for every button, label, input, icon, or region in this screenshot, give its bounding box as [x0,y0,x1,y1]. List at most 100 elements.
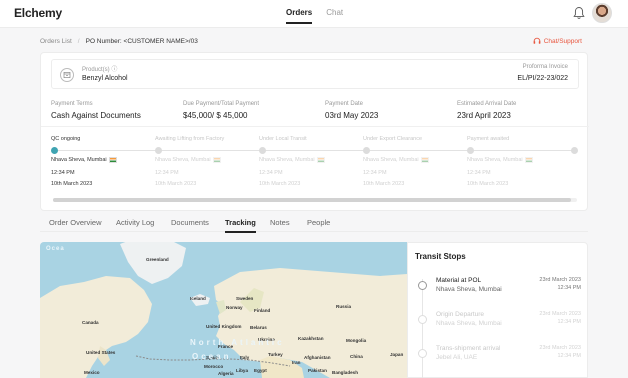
product-value: Benzyl Alcohol [82,75,128,82]
stage-date-4: 10th March 2023 [467,181,509,187]
map-label-finland: Finland [254,308,271,313]
stage-name-0: QC ongoing [51,136,81,142]
stage-dot-0 [51,147,58,154]
stop-time-1: 12:34 PM [557,319,581,325]
map-label-japan: Japan [390,352,404,357]
map-label-afghanistan: Afghanistan [304,355,331,360]
estimated-arrival-value: 23rd April 2023 [457,111,511,120]
info-icon[interactable]: ⓘ [111,67,117,73]
india-flag-icon [212,157,221,163]
india-flag-icon [524,157,533,163]
stop-date-0: 23rd March 2023 [539,277,581,283]
stage-time-4: 12:34 PM [467,170,491,176]
stop-date-1: 23rd March 2023 [539,311,581,317]
map-label-algeria: Algeria [218,371,234,376]
map-label-turkey: Turkey [268,352,283,357]
stage-date-3: 10th March 2023 [363,181,405,187]
map-label-ocean: Ocean [192,352,232,361]
stage-dot-2 [259,147,266,154]
transit-timeline [422,279,423,378]
stage-name-2: Under Local Transit [259,136,307,142]
india-flag-icon [316,157,325,163]
map-label-north-atlantic: North Atlantic [190,338,285,347]
map-label-canada: Canada [82,320,99,325]
india-flag-icon [420,157,429,163]
stop-dot-1 [418,315,427,324]
stage-name-4: Payment awaited [467,136,510,142]
stop-time-2: 12:34 PM [557,353,581,359]
stage-time-3: 12:34 PM [363,170,387,176]
tab-notes[interactable]: Notes [270,218,290,231]
stage-dot-4 [467,147,474,154]
india-flag-icon [108,157,117,163]
map-label-belarus: Belarus [250,325,267,330]
payment-terms-value: Cash Against Documents [51,111,141,120]
map-label-egypt: Egypt [254,368,267,373]
map-label-morocco: Morocco [204,364,224,369]
payment-date: Payment Date 03rd May 2023 [325,101,378,120]
map-label-china: China [350,354,363,359]
stop-date-2: 23rd March 2023 [539,345,581,351]
tracking-map[interactable]: Greenland Iceland Sweden Norway Finland … [40,242,407,378]
map-label-italy: Italy [240,355,250,360]
tab-people[interactable]: People [307,218,330,231]
tab-order-overview[interactable]: Order Overview [49,218,102,231]
tab-documents[interactable]: Documents [171,218,209,231]
bell-icon[interactable] [573,6,585,20]
payment-date-value: 03rd May 2023 [325,111,379,120]
map-label-norway: Norway [226,305,243,310]
stage-dot-end [571,147,578,154]
stop-place-0: Nhava Sheva, Mumbai [436,286,502,293]
stage-name-3: Under Export Clearance [363,136,423,142]
top-nav: Orders Chat [286,8,343,24]
stage-location-4: Nhava Sheva, Mumbai [467,157,533,163]
map-label-mongolia: Mongolia [346,338,367,343]
breadcrumb-current: PO Number: <CUSTOMER NAME>/03 [85,38,198,45]
stop-name-2: Trans-shipment arrival [436,345,501,352]
map-label-iran: Iran [292,360,301,365]
breadcrumb-separator: / [77,38,80,45]
stage-location-3: Nhava Sheva, Mumbai [363,157,429,163]
order-summary-card: Product(s) ⓘ Benzyl Alcohol Proforma Inv… [40,52,589,211]
stage-date-0: 10th March 2023 [51,181,93,187]
stop-place-2: Jebel Ali, UAE [436,354,478,361]
chat-support-label: Chat/Support [543,37,582,45]
payment-date-label: Payment Date [325,101,364,107]
stop-time-0: 12:34 PM [557,285,581,291]
stage-time-2: 12:34 PM [259,170,283,176]
map-label-greenland: Greenland [146,257,169,262]
due-payment: Due Payment/Total Payment $45,000/ $ 45,… [183,101,259,120]
payment-terms-label: Payment Terms [51,101,93,107]
stop-place-1: Nhava Sheva, Mumbai [436,320,502,327]
scrollbar-thumb[interactable] [53,198,571,202]
horizontal-scrollbar[interactable] [53,198,577,202]
map-label-sweden: Sweden [236,296,254,301]
map-label-bangladesh: Bangladesh [332,370,359,375]
due-payment-value: $45,000/ $ 45,000 [183,111,248,120]
order-tabs: Order Overview Activity Log Documents Tr… [40,218,588,233]
tab-activity-log[interactable]: Activity Log [116,218,154,231]
avatar[interactable] [592,3,612,23]
tab-tracking[interactable]: Tracking [225,218,256,233]
tab-orders[interactable]: Orders [286,8,313,24]
proforma-invoice-value[interactable]: EL/PI/22-23/022 [517,75,568,82]
proforma-invoice-label: Proforma Invoice [522,64,568,70]
product-icon [60,68,74,82]
app-logo[interactable]: Elchemy [14,6,62,20]
stage-location-2: Nhava Sheva, Mumbai [259,157,325,163]
stage-time-0: 12:34 PM [51,170,75,176]
stage-location-1: Nhava Sheva, Mumbai [155,157,221,163]
chat-support-button[interactable]: Chat/Support [533,37,582,45]
map-label-united-states: United States [86,350,116,355]
transit-stops-panel: Transit Stops Material at POL Nhava Shev… [407,242,588,378]
stop-name-0: Material at POL [436,277,482,284]
transit-stops-title: Transit Stops [415,252,466,261]
breadcrumb-root[interactable]: Orders List [40,38,72,45]
stage-date-1: 10th March 2023 [155,181,197,187]
map-label-mexico: Mexico [84,370,100,375]
product-label: Product(s) ⓘ [82,67,118,73]
logo-text: Elchemy [14,6,62,20]
stage-name-1: Awaiting Lifting from Factory [155,136,225,142]
map-label-kazakhstan: Kazakhstan [298,336,324,341]
tab-chat[interactable]: Chat [326,8,343,24]
